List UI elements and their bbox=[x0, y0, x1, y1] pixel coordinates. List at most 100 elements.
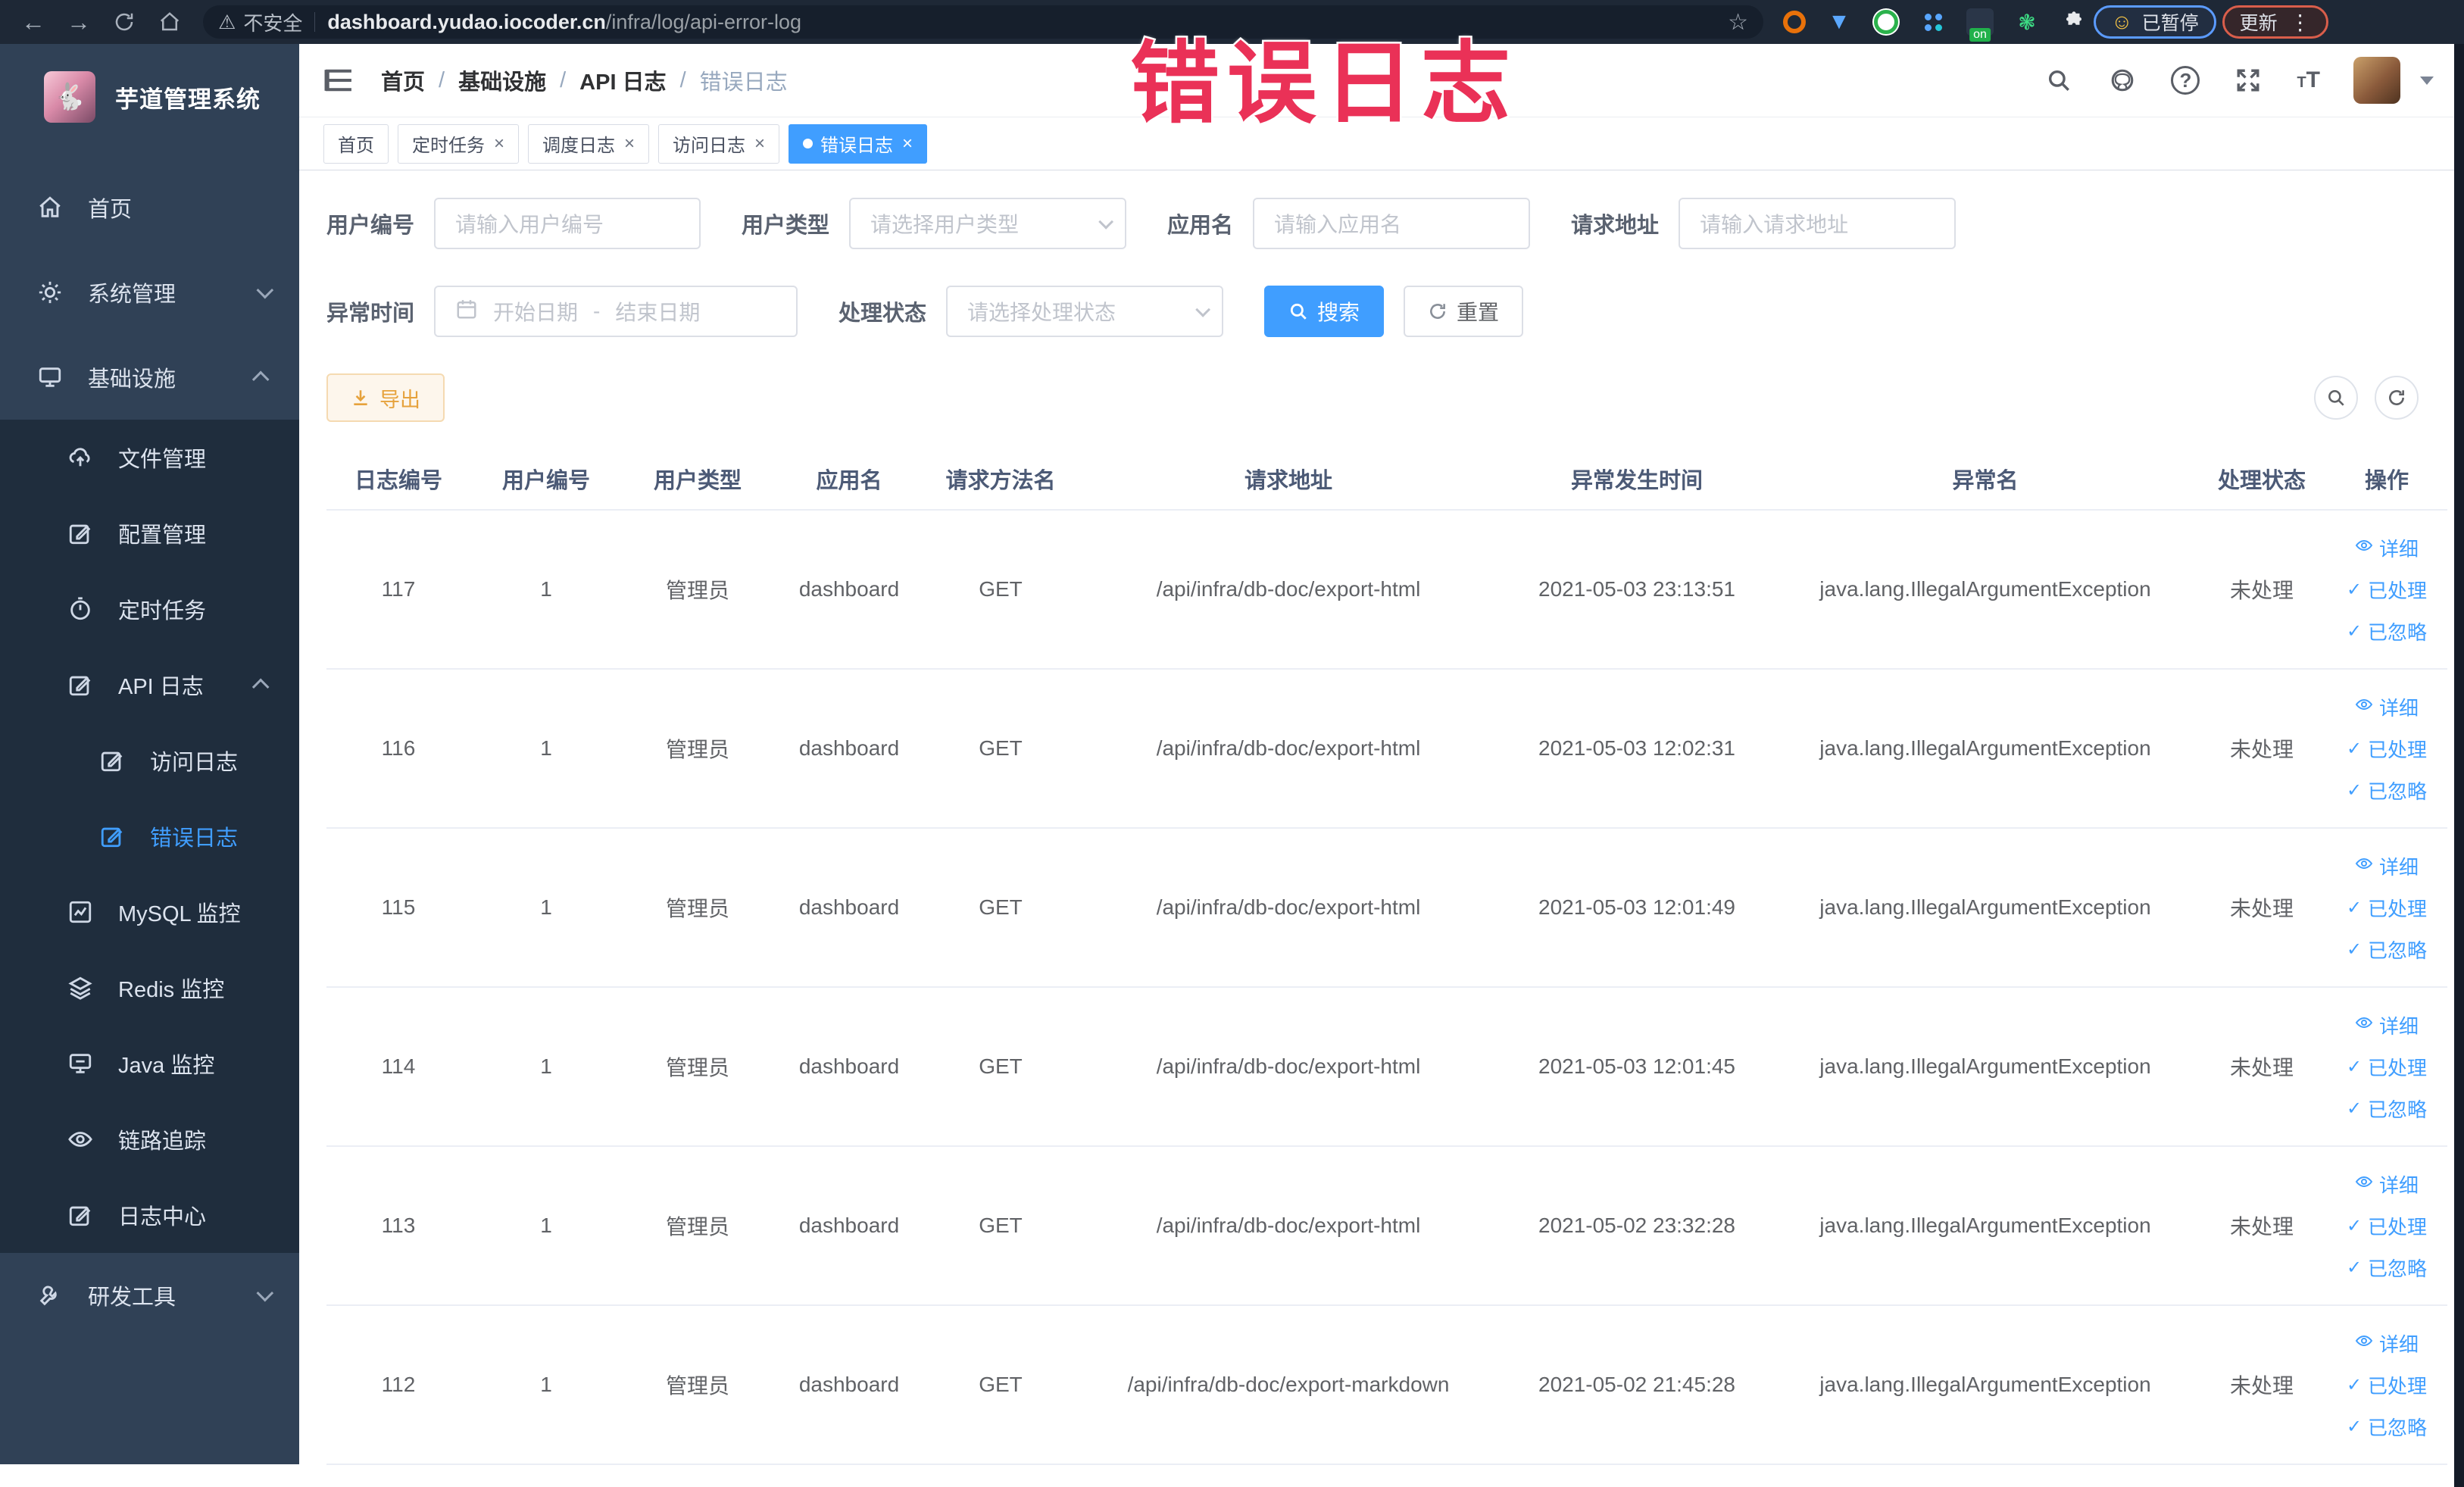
sidebar-item-API日志[interactable]: API 日志 bbox=[0, 647, 299, 723]
sidebar-item-错误日志[interactable]: 错误日志 bbox=[0, 798, 299, 874]
action-已处理-link[interactable]: ✓ 已处理 bbox=[2347, 576, 2427, 604]
tab-访问日志[interactable]: 访问日志 × bbox=[658, 123, 780, 164]
filter-row-2: 异常时间 开始日期 - 结束日期 处理状态 请选择处理状态 搜索 重置 bbox=[326, 286, 2441, 337]
close-icon[interactable]: × bbox=[494, 133, 504, 155]
refresh-icon[interactable] bbox=[2375, 376, 2419, 420]
check-icon: ✓ bbox=[2346, 897, 2363, 918]
close-icon[interactable]: × bbox=[624, 133, 635, 155]
sidebar-item-Java监控[interactable]: Java 监控 bbox=[0, 1026, 299, 1101]
scrollbar[interactable] bbox=[2454, 44, 2464, 1487]
action-已处理-link[interactable]: ✓ 已处理 bbox=[2347, 1371, 2427, 1399]
search-button-label: 搜索 bbox=[1317, 301, 1360, 324]
search-button[interactable]: 搜索 bbox=[1264, 286, 1385, 337]
close-icon[interactable]: × bbox=[902, 133, 913, 155]
check-icon: ✓ bbox=[2346, 779, 2363, 801]
action-已处理-link[interactable]: ✓ 已处理 bbox=[2347, 1053, 2427, 1081]
action-已忽略-link[interactable]: ✓ 已忽略 bbox=[2347, 936, 2427, 964]
action-已忽略-link[interactable]: ✓ 已忽略 bbox=[2347, 617, 2427, 645]
reset-button[interactable]: 重置 bbox=[1404, 286, 1524, 337]
cell-应用名: dashboard bbox=[773, 1305, 925, 1465]
green-leaf-icon[interactable]: ❃ bbox=[2013, 8, 2041, 36]
sidebar-menu: 首页 系统管理 基础设施文件管理配置管理 定时任务 API 日志 访问日志 错误日志 MySQ… bbox=[0, 165, 299, 1338]
tab-首页[interactable]: 首页 bbox=[323, 123, 389, 164]
star-icon[interactable]: ☆ bbox=[1728, 9, 1748, 36]
sidebar-item-基础设施[interactable]: 基础设施 bbox=[0, 335, 299, 420]
close-icon[interactable]: × bbox=[754, 133, 765, 155]
action-详细-link[interactable]: 详细 bbox=[2355, 852, 2419, 880]
action-已忽略-link[interactable]: ✓ 已忽略 bbox=[2347, 1095, 2427, 1123]
tab-错误日志[interactable]: 错误日志 × bbox=[789, 123, 928, 164]
date-separator: - bbox=[593, 299, 601, 323]
sidebar-item-配置管理[interactable]: 配置管理 bbox=[0, 495, 299, 571]
sidebar-item-日志中心[interactable]: 日志中心 bbox=[0, 1177, 299, 1253]
export-button[interactable]: 导出 bbox=[326, 373, 445, 422]
puzzles-menu-icon[interactable] bbox=[2060, 8, 2088, 36]
breadcrumb-item[interactable]: API 日志 bbox=[579, 64, 666, 96]
action-已处理-link[interactable]: ✓ 已处理 bbox=[2347, 894, 2427, 922]
reload-icon[interactable] bbox=[105, 5, 144, 39]
security-chip[interactable]: ⚠ 不安全 bbox=[218, 8, 302, 36]
sidebar-item-访问日志[interactable]: 访问日志 bbox=[0, 723, 299, 798]
sidebar-item-定时任务[interactable]: 定时任务 bbox=[0, 571, 299, 647]
cell-请求地址: /api/infra/db-doc/export-html bbox=[1076, 987, 1501, 1147]
action-详细-link[interactable]: 详细 bbox=[2355, 693, 2419, 721]
sidebar-item-文件管理[interactable]: 文件管理 bbox=[0, 420, 299, 495]
help-icon[interactable]: ? bbox=[2171, 66, 2200, 95]
cell-用户类型: 管理员 bbox=[622, 510, 773, 670]
date-range-input[interactable]: 开始日期 - 结束日期 bbox=[434, 286, 798, 337]
action-详细-link[interactable]: 详细 bbox=[2355, 1170, 2419, 1198]
main-pane: 首页 / 基础设施 / API 日志 / 错误日志 ? TT 首页 定时任务 × 调度日志 × 访问日… bbox=[299, 44, 2464, 1487]
sidebar-item-链路追踪[interactable]: 链路追踪 bbox=[0, 1101, 299, 1177]
tab-调度日志[interactable]: 调度日志 × bbox=[528, 123, 650, 164]
kebab-menu-icon[interactable]: ⋮ bbox=[2290, 10, 2311, 35]
sidebar-item-Redis监控[interactable]: Redis 监控 bbox=[0, 950, 299, 1026]
blue-drop-icon[interactable]: ▼ bbox=[1825, 8, 1853, 36]
table-body: 117 1 管理员 dashboard GET/api/infra/db-doc/exp… bbox=[326, 510, 2447, 1465]
input-应用名[interactable]: 请输入应用名 bbox=[1253, 198, 1531, 249]
breadcrumb-item: 错误日志 bbox=[699, 70, 788, 95]
back-arrow-icon[interactable]: ← bbox=[14, 5, 53, 39]
green-disc-icon[interactable] bbox=[1872, 8, 1900, 36]
avatar[interactable] bbox=[2353, 57, 2400, 104]
github-icon[interactable] bbox=[2107, 65, 2138, 95]
emoji-icon: ☺ bbox=[2111, 10, 2133, 33]
search-toggle-icon[interactable] bbox=[2314, 376, 2358, 420]
action-已忽略-link[interactable]: ✓ 已忽略 bbox=[2347, 1413, 2427, 1441]
status-select[interactable]: 请选择处理状态 bbox=[946, 286, 1224, 337]
cell-用户类型: 管理员 bbox=[622, 1305, 773, 1465]
tab-定时任务[interactable]: 定时任务 × bbox=[398, 123, 520, 164]
sidebar-item-研发工具[interactable]: 研发工具 bbox=[0, 1253, 299, 1338]
hamburger-icon[interactable] bbox=[323, 65, 357, 95]
forward-arrow-icon[interactable]: → bbox=[59, 5, 98, 39]
sidebar-item-首页[interactable]: 首页 bbox=[0, 165, 299, 250]
action-详细-link[interactable]: 详细 bbox=[2355, 1011, 2419, 1039]
update-pill[interactable]: 更新 ⋮ bbox=[2222, 5, 2328, 39]
home-icon[interactable] bbox=[150, 5, 189, 39]
action-已忽略-link[interactable]: ✓ 已忽略 bbox=[2347, 1254, 2427, 1282]
select-用户类型[interactable]: 请选择用户类型 bbox=[849, 198, 1127, 249]
table-toolbar: 导出 bbox=[326, 373, 2441, 422]
sidebar-item-系统管理[interactable]: 系统管理 bbox=[0, 250, 299, 335]
action-已处理-link[interactable]: ✓ 已处理 bbox=[2347, 1212, 2427, 1240]
action-已忽略-link[interactable]: ✓ 已忽略 bbox=[2347, 776, 2427, 804]
font-size-icon[interactable]: TT bbox=[2297, 67, 2320, 93]
app-logo-row[interactable]: 芋道管理系统 bbox=[0, 44, 299, 145]
action-详细-link[interactable]: 详细 bbox=[2355, 1329, 2419, 1357]
breadcrumb-item[interactable]: 首页 bbox=[381, 64, 425, 96]
paused-pill[interactable]: ☺ 已暂停 bbox=[2094, 5, 2216, 39]
breadcrumb-item[interactable]: 基础设施 bbox=[458, 64, 546, 96]
fullscreen-icon[interactable] bbox=[2233, 65, 2263, 95]
input-请求地址[interactable]: 请输入请求地址 bbox=[1679, 198, 1957, 249]
address-bar[interactable]: ⚠ 不安全 dashboard.yudao.iocoder.cn/infra/l… bbox=[203, 5, 1763, 39]
sidebar-item-label: 文件管理 bbox=[118, 448, 207, 472]
input-用户编号[interactable]: 请输入用户编号 bbox=[434, 198, 701, 249]
action-已处理-link[interactable]: ✓ 已处理 bbox=[2347, 735, 2427, 763]
sidebar-item-MySQL监控[interactable]: MySQL 监控 bbox=[0, 874, 299, 950]
search-icon[interactable] bbox=[2044, 65, 2074, 95]
action-详细-link[interactable]: 详细 bbox=[2355, 534, 2419, 562]
caret-down-icon[interactable] bbox=[2420, 76, 2434, 85]
orange-ring-icon[interactable] bbox=[1783, 11, 1806, 33]
log-icon bbox=[98, 823, 126, 850]
adblock-on-icon[interactable]: on bbox=[1966, 8, 1994, 42]
dot-grid-icon[interactable] bbox=[1919, 8, 1947, 36]
